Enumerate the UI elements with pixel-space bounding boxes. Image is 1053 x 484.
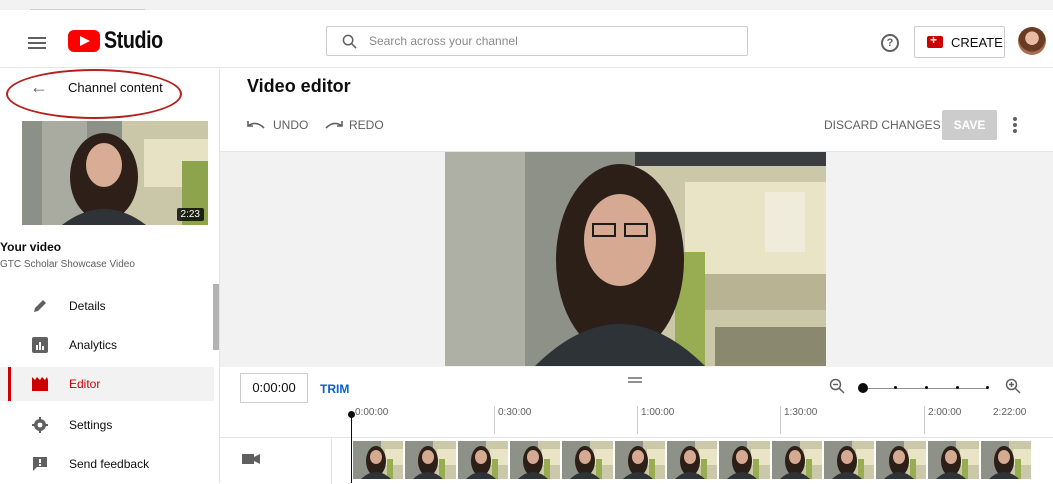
create-label: CREATE xyxy=(951,34,1003,50)
save-button[interactable]: SAVE xyxy=(942,110,997,140)
logo-text: Studio xyxy=(104,27,163,54)
timeline-ruler[interactable]: 0:00:00 0:30:00 1:00:00 1:30:00 2:00:00 … xyxy=(332,406,1053,436)
sidebar-item-settings[interactable]: Settings xyxy=(0,408,214,442)
filmstrip-frame xyxy=(509,441,561,479)
more-options-icon[interactable] xyxy=(1010,117,1020,135)
preview-image xyxy=(445,152,826,366)
playhead[interactable] xyxy=(348,411,355,483)
sidebar-item-label: Send feedback xyxy=(69,457,150,471)
filmstrip-frame xyxy=(614,441,665,479)
resize-handle-icon[interactable] xyxy=(628,377,642,383)
sidebar-item-label: Settings xyxy=(69,418,113,432)
create-button[interactable]: CREATE xyxy=(914,26,1005,58)
sidebar-item-label: Editor xyxy=(69,377,101,391)
sidebar-item-label: Details xyxy=(69,299,106,313)
feedback-icon xyxy=(33,457,47,471)
video-track xyxy=(220,437,1053,484)
duration-badge: 2:23 xyxy=(176,208,204,221)
current-time-field[interactable]: 0:00:00 xyxy=(240,373,308,403)
menu-icon[interactable] xyxy=(28,37,46,49)
redo-button[interactable]: REDO xyxy=(325,118,384,132)
undo-button[interactable]: UNDO xyxy=(247,118,308,132)
gear-icon xyxy=(32,417,48,433)
filmstrip-frame xyxy=(876,441,927,479)
video-preview[interactable] xyxy=(445,152,826,366)
sidebar-item-details[interactable]: Details xyxy=(0,289,214,323)
pencil-icon xyxy=(34,300,46,312)
analytics-icon xyxy=(32,337,48,353)
filmstrip-frame xyxy=(719,441,770,479)
sidebar-item-label: Analytics xyxy=(69,338,118,352)
browser-top-strip xyxy=(0,0,1053,10)
ruler-tick: 1:30:00 xyxy=(780,406,817,434)
filmstrip-frame xyxy=(823,441,875,479)
redo-icon xyxy=(325,121,343,129)
page-title: Video editor xyxy=(247,76,351,96)
help-icon[interactable]: ? xyxy=(881,34,899,52)
zoom-out-icon[interactable] xyxy=(829,378,845,394)
ruler-tick: 1:00:00 xyxy=(637,406,674,434)
ruler-tick: 2:00:00 xyxy=(924,406,961,434)
app-header: Studio ? CREATE xyxy=(0,10,1053,68)
search-input[interactable] xyxy=(369,34,729,48)
ruler-tick: 0:00:00 xyxy=(355,407,389,418)
zoom-step-dot xyxy=(986,386,989,389)
zoom-step-dot xyxy=(894,386,897,389)
zoom-slider-knob[interactable] xyxy=(858,383,868,393)
studio-logo[interactable]: Studio xyxy=(68,27,176,54)
video-thumbnail[interactable]: 2:23 xyxy=(22,121,208,225)
zoom-step-dot xyxy=(925,386,928,389)
create-video-icon xyxy=(927,33,943,48)
channel-content-link[interactable]: Channel content xyxy=(68,80,163,95)
zoom-in-icon[interactable] xyxy=(1005,378,1021,394)
active-indicator xyxy=(8,367,11,401)
filmstrip-frame xyxy=(771,441,822,479)
undo-icon xyxy=(247,121,265,129)
filmstrip-frame xyxy=(928,441,979,479)
track-label xyxy=(220,438,332,484)
video-camera-icon xyxy=(242,454,260,464)
sidebar-item-editor[interactable]: Editor xyxy=(0,367,214,401)
search-icon xyxy=(342,34,357,49)
video-title: GTC Scholar Showcase Video xyxy=(0,259,135,270)
filmstrip-frame xyxy=(405,441,456,479)
redo-label: REDO xyxy=(349,118,384,132)
undo-label: UNDO xyxy=(273,118,309,132)
discard-changes-button[interactable]: DISCARD CHANGES xyxy=(824,118,941,132)
sidebar-scrollbar[interactable] xyxy=(213,284,219,350)
sidebar: ← Channel content 2:23 Your video GTC Sc… xyxy=(0,69,220,483)
youtube-logo-icon xyxy=(68,30,100,52)
filmstrip-frame xyxy=(353,441,404,479)
clapperboard-icon xyxy=(32,377,48,391)
trim-button[interactable]: TRIM xyxy=(320,382,349,396)
sidebar-item-analytics[interactable]: Analytics xyxy=(0,328,214,362)
filmstrip-frame xyxy=(562,441,613,479)
ruler-tick: 2:22:00 xyxy=(993,407,1027,418)
search-box[interactable] xyxy=(326,26,748,56)
filmstrip-frame xyxy=(666,441,718,479)
filmstrip-frame xyxy=(980,441,1032,479)
back-arrow-icon[interactable]: ← xyxy=(30,77,48,98)
zoom-step-dot xyxy=(956,386,959,389)
ruler-tick: 0:30:00 xyxy=(494,406,531,434)
sidebar-item-send-feedback[interactable]: Send feedback xyxy=(0,447,214,481)
your-video-label: Your video xyxy=(0,240,62,254)
filmstrip-frame xyxy=(457,441,508,479)
filmstrip[interactable] xyxy=(353,441,1033,479)
avatar[interactable] xyxy=(1018,27,1046,55)
